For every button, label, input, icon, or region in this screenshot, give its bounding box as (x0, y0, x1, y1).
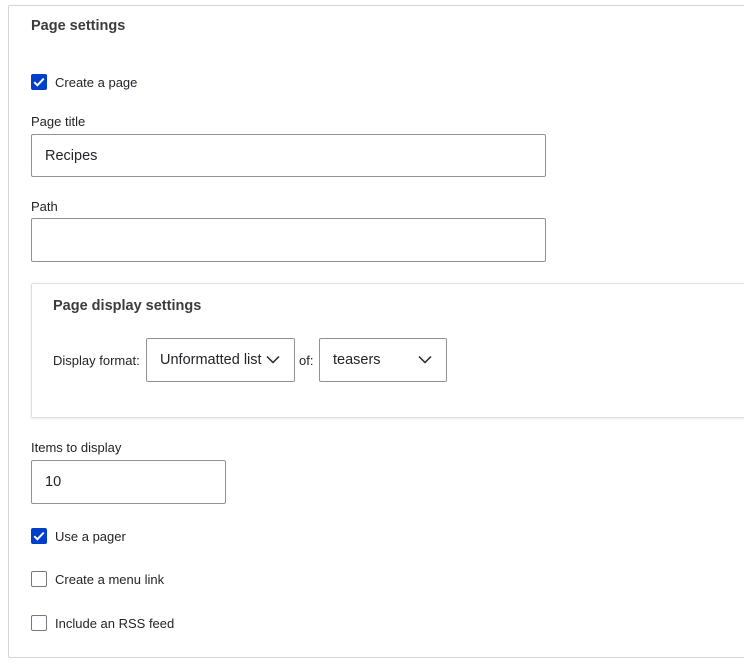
row-style-value: teasers (333, 352, 381, 368)
use-pager-row[interactable]: Use a pager (31, 526, 126, 546)
checkmark-icon (33, 77, 45, 87)
rss-feed-row[interactable]: Include an RSS feed (31, 613, 174, 633)
page-title-label: Page title (31, 114, 86, 129)
items-to-display-input[interactable] (31, 460, 226, 504)
row-style-select[interactable]: teasers (319, 338, 447, 382)
use-pager-checkbox[interactable] (31, 528, 47, 544)
chevron-down-icon (266, 355, 280, 364)
of-label: of: (299, 353, 314, 368)
page-settings-legend: Page settings (31, 18, 126, 34)
rss-feed-label: Include an RSS feed (55, 615, 175, 631)
path-label: Path (31, 199, 58, 214)
menu-link-checkbox[interactable] (31, 571, 47, 587)
page-title-input[interactable] (31, 134, 546, 177)
menu-link-row[interactable]: Create a menu link (31, 569, 164, 589)
menu-link-label: Create a menu link (55, 571, 165, 587)
items-to-display-label: Items to display (31, 440, 122, 455)
create-page-label: Create a page (55, 74, 138, 90)
create-page-row[interactable]: Create a page (31, 72, 137, 92)
display-format-value: Unformatted list (160, 352, 262, 368)
page-display-settings-legend: Page display settings (53, 298, 202, 314)
chevron-down-icon (418, 355, 432, 364)
create-page-checkbox[interactable] (31, 74, 47, 90)
display-format-select[interactable]: Unformatted list (146, 338, 295, 382)
checkmark-icon (33, 531, 45, 541)
rss-feed-checkbox[interactable] (31, 615, 47, 631)
path-input[interactable] (31, 218, 546, 262)
display-format-label: Display format: (53, 353, 140, 368)
use-pager-label: Use a pager (55, 528, 126, 544)
